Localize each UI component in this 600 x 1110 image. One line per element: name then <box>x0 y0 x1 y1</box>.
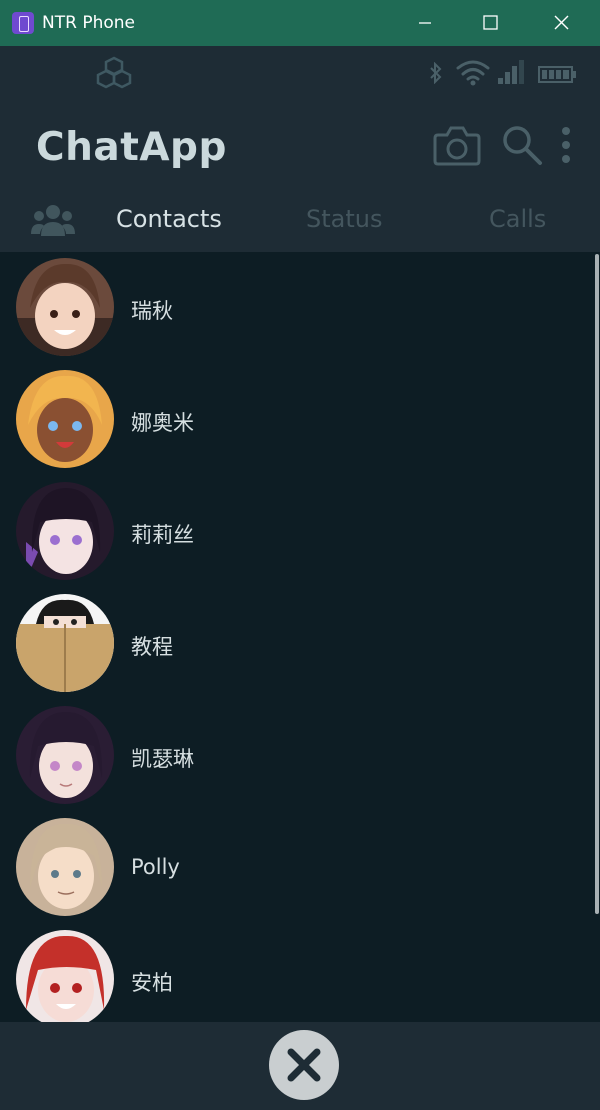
contact-row[interactable]: 娜奥米 <box>0 364 590 476</box>
tab-bar: Contacts Status Calls <box>0 196 600 252</box>
avatar <box>16 482 114 580</box>
contact-name: 教程 <box>131 635 173 659</box>
camera-icon[interactable] <box>432 123 482 167</box>
window-title: NTR Phone <box>42 13 135 33</box>
contact-name: 娜奥米 <box>131 411 194 435</box>
contact-name: Polly <box>131 855 180 879</box>
cubes-icon <box>96 56 132 89</box>
contact-name: 瑞秋 <box>131 299 173 323</box>
search-icon[interactable] <box>500 123 544 167</box>
avatar <box>16 370 114 468</box>
group-icon[interactable] <box>30 202 76 240</box>
wifi-icon <box>456 60 490 86</box>
tab-contacts[interactable]: Contacts <box>116 205 222 233</box>
contact-list: 瑞秋 娜奥米 莉莉丝 教程 凯瑟琳 Polly 安柏 <box>0 252 600 1022</box>
minimize-icon <box>419 22 431 24</box>
signal-icon <box>498 60 524 84</box>
contact-row[interactable]: 凯瑟琳 <box>0 700 590 812</box>
close-circle-icon <box>287 1048 321 1082</box>
window-titlebar: NTR Phone <box>0 0 600 46</box>
avatar <box>16 818 114 916</box>
contact-row[interactable]: 教程 <box>0 588 590 700</box>
phone-status-bar <box>0 46 600 101</box>
tab-status[interactable]: Status <box>306 205 382 233</box>
maximize-button[interactable] <box>462 0 520 46</box>
contact-row[interactable]: 瑞秋 <box>0 252 590 364</box>
minimize-button[interactable] <box>396 0 454 46</box>
maximize-icon <box>483 15 498 30</box>
bottom-bar <box>0 1022 600 1110</box>
window-close-button[interactable] <box>532 0 590 46</box>
contact-row[interactable]: 莉莉丝 <box>0 476 590 588</box>
contact-row[interactable]: Polly <box>0 812 590 924</box>
avatar <box>16 594 114 692</box>
contact-name: 安柏 <box>131 971 173 995</box>
close-phone-button[interactable] <box>269 1030 339 1100</box>
contact-name: 凯瑟琳 <box>131 747 194 771</box>
contact-row[interactable]: 安柏 <box>0 924 590 1022</box>
close-icon <box>554 15 569 30</box>
more-vertical-icon[interactable] <box>558 125 574 167</box>
contact-name: 莉莉丝 <box>131 523 194 547</box>
tab-calls[interactable]: Calls <box>489 205 546 233</box>
list-scrollbar[interactable] <box>594 252 600 1022</box>
battery-icon <box>538 66 576 83</box>
app-title: ChatApp <box>36 125 227 170</box>
bluetooth-icon <box>430 62 442 84</box>
app-icon <box>12 12 34 34</box>
app-header: ChatApp <box>0 101 600 196</box>
avatar <box>16 258 114 356</box>
avatar <box>16 930 114 1022</box>
scrollbar-thumb[interactable] <box>595 254 599 914</box>
avatar <box>16 706 114 804</box>
